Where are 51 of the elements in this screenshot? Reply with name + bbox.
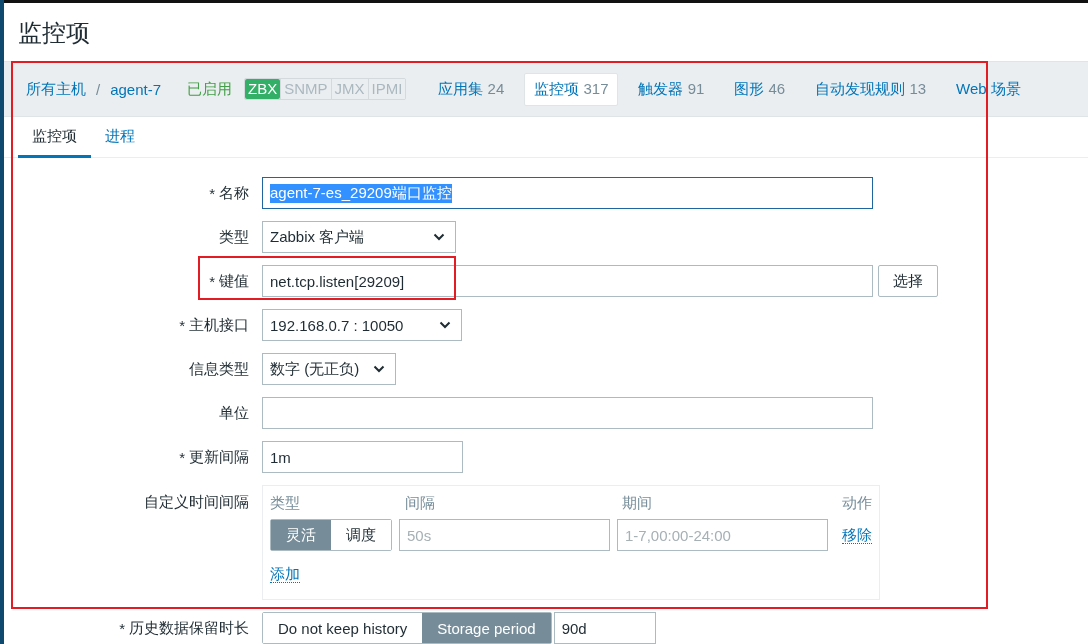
- nav-link[interactable]: Web 场景: [946, 72, 1031, 106]
- dropdown[interactable]: 数字 (无正负): [262, 353, 396, 385]
- input-field[interactable]: net.tcp.listen[29209]: [262, 265, 873, 297]
- column-header: 间隔: [405, 494, 436, 513]
- required-asterisk: *: [119, 619, 125, 637]
- status-label: 已启用: [187, 79, 233, 99]
- add-link[interactable]: 添加: [270, 565, 300, 583]
- field-label: 键值: [219, 271, 249, 291]
- tab[interactable]: 监控项: [18, 117, 91, 158]
- field-label: 类型: [219, 227, 249, 247]
- breadcrumb-link[interactable]: 所有主机: [26, 79, 86, 99]
- column-header: 动作: [842, 494, 872, 513]
- field-label: 主机接口: [189, 315, 249, 335]
- input-field[interactable]: agent-7-es_29209端口监控: [262, 177, 873, 209]
- required-asterisk: *: [179, 316, 185, 334]
- availability-badge: IPMI: [367, 79, 406, 99]
- field-label: 名称: [219, 183, 249, 203]
- period-input[interactable]: 1-7,00:00-24:00: [617, 519, 828, 551]
- required-asterisk: *: [179, 448, 185, 466]
- dropdown[interactable]: Zabbix 客户端: [262, 221, 456, 253]
- nav-link[interactable]: 监控项 317: [524, 72, 619, 106]
- select-button[interactable]: 选择: [878, 265, 938, 297]
- field-label: 单位: [219, 403, 249, 423]
- column-header: 类型: [270, 494, 301, 513]
- field-label: 更新间隔: [189, 447, 249, 467]
- field-label: 历史数据保留时长: [129, 618, 249, 638]
- breadcrumb-separator: /: [96, 80, 101, 98]
- nav-link[interactable]: 触发器 91: [628, 72, 715, 106]
- type-option[interactable]: 灵活: [271, 520, 331, 550]
- required-asterisk: *: [209, 272, 215, 290]
- chevron-down-icon: [433, 233, 445, 241]
- column-header: 期间: [622, 494, 653, 513]
- storage-option[interactable]: Storage period: [422, 613, 551, 643]
- field-label: 信息类型: [189, 359, 249, 379]
- remove-link[interactable]: 移除: [842, 526, 872, 544]
- input-field[interactable]: 1m: [262, 441, 463, 473]
- chevron-down-icon: [439, 321, 451, 329]
- nav-link[interactable]: 自动发现规则 13: [805, 72, 937, 106]
- dropdown[interactable]: 192.168.0.7 : 10050: [262, 309, 462, 341]
- input-field[interactable]: [262, 397, 873, 429]
- chevron-down-icon: [373, 365, 385, 373]
- page-title: 监控项: [17, 18, 91, 48]
- availability-badge: ZBX: [245, 79, 281, 99]
- tab[interactable]: 进程: [91, 117, 149, 158]
- field-label: 自定义时间间隔: [144, 493, 249, 512]
- required-asterisk: *: [209, 184, 215, 202]
- interval-input[interactable]: 50s: [399, 519, 610, 551]
- nav-link[interactable]: 应用集 24: [428, 72, 515, 106]
- input-field[interactable]: 90d: [553, 612, 656, 644]
- nav-link[interactable]: 图形 46: [724, 72, 796, 106]
- breadcrumb-link[interactable]: agent-7: [110, 80, 162, 98]
